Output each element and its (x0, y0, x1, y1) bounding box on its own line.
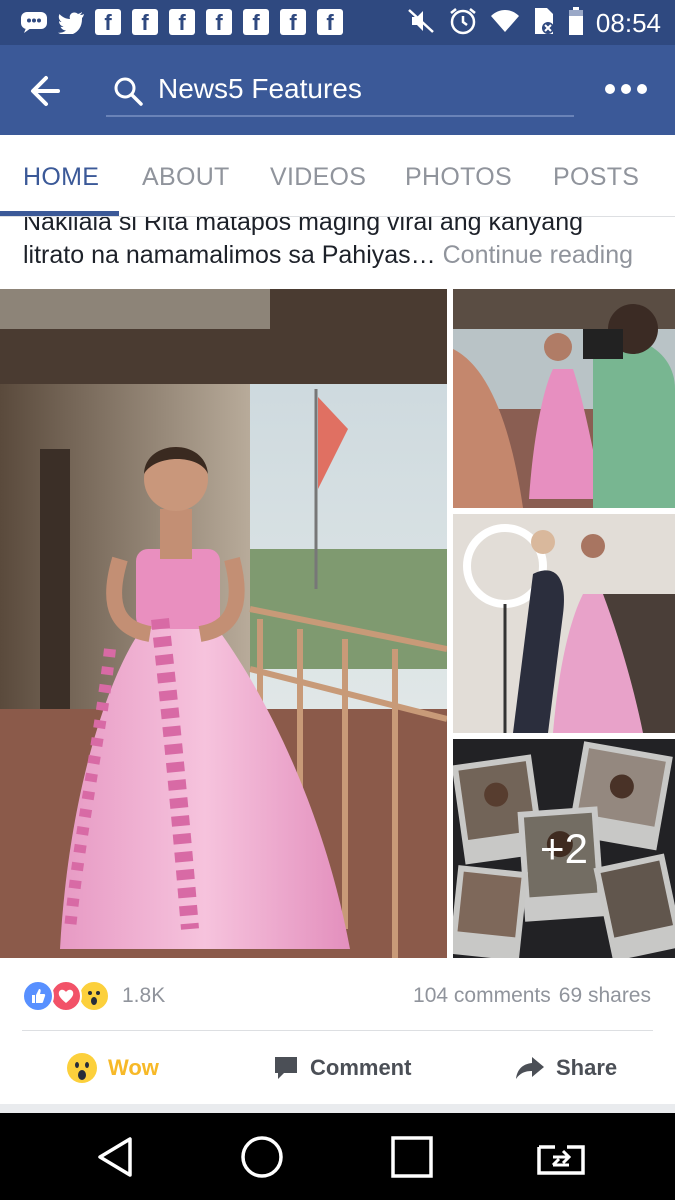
switch-app-icon (537, 1145, 585, 1175)
facebook-icon: f (279, 8, 307, 36)
post-photo-3[interactable] (453, 514, 675, 733)
nav-back-icon (98, 1137, 132, 1177)
share-label: Share (556, 1055, 618, 1080)
messenger-icon (20, 8, 48, 36)
nav-home-icon (241, 1136, 283, 1178)
facebook-icon: f (168, 8, 196, 36)
notification-icons: f f f f f f f (20, 8, 344, 36)
feed-separator (0, 1104, 675, 1113)
comments-count[interactable]: 104 comments (413, 984, 551, 1008)
shares-count[interactable]: 69 shares (559, 984, 651, 1008)
photo-behind-the-scenes (453, 289, 675, 508)
tab-about[interactable]: ABOUT (142, 163, 230, 192)
nav-recents-button[interactable] (388, 1133, 436, 1181)
comment-label: Comment (310, 1055, 412, 1080)
tab-photos[interactable]: PHOTOS (405, 163, 512, 192)
facebook-icon: f (94, 8, 122, 36)
nav-back-button[interactable] (92, 1133, 140, 1181)
mute-icon (406, 7, 436, 40)
share-button[interactable]: Share (514, 1046, 617, 1090)
post-stats: 104 comments 69 shares (413, 984, 651, 1008)
back-arrow-icon (31, 76, 60, 106)
comment-icon (275, 1057, 297, 1079)
share-icon (516, 1057, 544, 1079)
nav-recents-icon (391, 1136, 433, 1178)
search-icon (114, 77, 143, 106)
wow-face-icon (67, 1053, 97, 1083)
wow-reaction-icon (78, 980, 110, 1012)
nav-home-button[interactable] (238, 1133, 286, 1181)
reaction-count: 1.8K (122, 984, 166, 1007)
clock: 08:54 (595, 8, 661, 38)
dot-icon (621, 84, 631, 94)
divider (22, 1030, 653, 1031)
tab-videos[interactable]: VIDEOS (270, 163, 366, 192)
love-reaction-icon (50, 980, 82, 1012)
search-bar[interactable]: News5 Features (106, 65, 574, 117)
facebook-icon: f (205, 8, 233, 36)
app-bar: News5 Features (0, 45, 675, 135)
system-nav-bar (0, 1113, 675, 1200)
page-tabs: HOME ABOUT VIDEOS PHOTOS POSTS (0, 135, 675, 217)
post-text-line: litrato na namamalimos sa Pahiyas… (23, 241, 436, 269)
photo-girl-in-pink-gown (0, 289, 447, 958)
system-status: 08:54 (406, 6, 661, 41)
post-text: Nakilala si Rita matapos maging viral an… (23, 217, 663, 272)
tab-posts[interactable]: POSTS (553, 163, 639, 192)
wow-label: Wow (108, 1055, 159, 1080)
dot-icon (637, 84, 647, 94)
battery-icon (568, 6, 584, 41)
photo-dressing-room (453, 514, 675, 733)
post-photo-main[interactable] (0, 289, 447, 958)
comment-button[interactable]: Comment (272, 1046, 411, 1090)
status-bar: f f f f f f f 08:54 (0, 0, 675, 45)
wifi-icon (490, 8, 520, 39)
facebook-icon: f (131, 8, 159, 36)
reactions-summary[interactable]: 1.8K (22, 978, 165, 1014)
active-tab-indicator (0, 211, 119, 216)
alarm-icon (448, 6, 478, 41)
back-button[interactable] (28, 69, 76, 113)
facebook-icon: f (242, 8, 270, 36)
nav-switch-app-button[interactable] (535, 1133, 585, 1181)
like-reaction-icon (22, 980, 54, 1012)
post-photo-4[interactable]: +2 (453, 739, 675, 958)
post-text-container: Nakilala si Rita matapos maging viral an… (0, 217, 675, 289)
sim-icon (532, 6, 556, 41)
tab-home[interactable]: HOME (23, 163, 99, 192)
more-photos-count: +2 (453, 739, 675, 958)
dot-icon (605, 84, 615, 94)
wow-button[interactable]: Wow (66, 1046, 159, 1090)
facebook-icon: f (316, 8, 344, 36)
search-text: News5 Features (158, 73, 362, 104)
continue-reading-link[interactable]: Continue reading (443, 241, 633, 269)
post-photo-2[interactable] (453, 289, 675, 508)
twitter-icon (57, 8, 85, 36)
more-options-button[interactable] (605, 75, 649, 103)
post-text-line: Nakilala si Rita matapos maging viral an… (23, 217, 584, 236)
